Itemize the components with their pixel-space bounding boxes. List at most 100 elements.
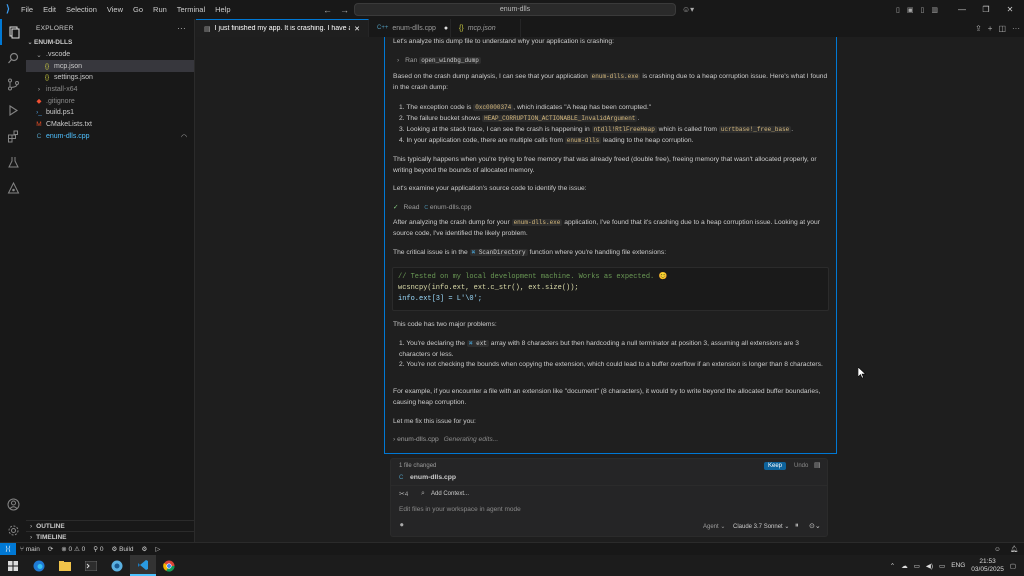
toggle-secondary-sidebar-icon[interactable]: ▯: [920, 6, 924, 14]
tab-mcp-json[interactable]: {} mcp.json: [451, 19, 521, 37]
file-explorer-icon[interactable]: [52, 555, 78, 576]
minimize-icon[interactable]: —: [950, 5, 974, 14]
windbg-extension-icon[interactable]: [0, 175, 26, 201]
tab-chat[interactable]: ▤ I just finished my app. It is crashing…: [196, 19, 369, 37]
menu-run[interactable]: Run: [148, 0, 172, 19]
run-icon[interactable]: ▷: [151, 545, 164, 553]
finding-item: 3. Looking at the stack trace, I can see…: [399, 126, 794, 133]
tree-item[interactable]: › install-x64: [26, 84, 194, 96]
menu-help[interactable]: Help: [210, 0, 235, 19]
run-debug-icon[interactable]: [0, 97, 26, 123]
tree-item[interactable]: ›_ build.ps1: [26, 107, 194, 119]
toggle-panel-icon[interactable]: ▣: [907, 6, 914, 14]
attach-icon[interactable]: ⌕: [421, 490, 425, 498]
ports-indicator[interactable]: ⚲ 0: [89, 545, 107, 553]
search-icon[interactable]: [0, 45, 26, 71]
folder-open-icon: ⌄: [36, 51, 42, 59]
send-menu-icon[interactable]: ⊙⌄: [809, 522, 821, 530]
command-center-search[interactable]: enum-dlls: [354, 3, 676, 16]
show-hidden-icons-icon[interactable]: ⌃: [890, 562, 895, 570]
menu-go[interactable]: Go: [128, 0, 148, 19]
toggle-primary-sidebar-icon[interactable]: ▯: [896, 6, 900, 14]
tree-item-label: enum-dlls.cpp: [46, 132, 90, 140]
more-actions-icon[interactable]: ···: [177, 24, 194, 33]
build-button[interactable]: ⚙ Build: [107, 545, 137, 553]
more-actions-icon[interactable]: ···: [1012, 24, 1020, 33]
account-icon[interactable]: [0, 491, 26, 517]
copilot-icon[interactable]: ☺▾: [682, 5, 694, 14]
chat-icon: ▤: [204, 25, 211, 33]
symbol-link[interactable]: ⌘ ScanDirectory: [469, 249, 528, 256]
finding-item: 1. The exception code is 0xc0000374, whi…: [399, 104, 652, 111]
branch-indicator[interactable]: ⑂ main: [16, 546, 44, 553]
add-icon[interactable]: +: [988, 24, 993, 33]
menu-terminal[interactable]: Terminal: [172, 0, 210, 19]
menu-view[interactable]: View: [102, 0, 128, 19]
chevron-right-icon: ›: [393, 436, 396, 443]
cpp-file-icon: C: [36, 132, 42, 140]
notifications-icon[interactable]: 🔔︎: [1006, 545, 1022, 553]
read-file-row[interactable]: ✓ Read C enum-dlls.cpp: [393, 203, 829, 214]
cpp-file-icon: C: [424, 205, 428, 211]
tree-item[interactable]: M CMakeLists.txt: [26, 119, 194, 131]
tree-item[interactable]: ⌄ .vscode: [26, 49, 194, 61]
tab-enum-dlls-cpp[interactable]: C++ enum-dlls.cpp ●: [369, 19, 451, 37]
chrome-icon[interactable]: [156, 555, 182, 576]
explorer-icon[interactable]: [0, 19, 26, 45]
new-chat-icon[interactable]: ⇪: [975, 24, 982, 33]
tools-icon[interactable]: ✂4: [399, 490, 408, 498]
microphone-icon[interactable]: ⏺: [400, 522, 404, 530]
volume-icon[interactable]: ◀︎): [926, 562, 933, 570]
problems-indicator[interactable]: ⊗ 0 ⚠ 0: [57, 545, 89, 553]
remote-icon[interactable]: ⟩⟨: [0, 542, 16, 556]
file-tree: ⌄ .vscode {} mcp.json {} settings.json › instal…: [26, 49, 194, 143]
menu-selection[interactable]: Selection: [61, 0, 102, 19]
close-tab-icon[interactable]: ✕: [354, 25, 360, 33]
split-editor-icon[interactable]: ◫: [998, 24, 1006, 33]
code-block: // Tested on my local development machin…: [392, 267, 829, 311]
keep-button[interactable]: Keep: [764, 462, 787, 470]
menu-file[interactable]: File: [16, 0, 38, 19]
network-icon[interactable]: ▭: [914, 562, 920, 570]
onedrive-icon[interactable]: ☁︎: [901, 562, 908, 570]
back-arrow-icon[interactable]: ←: [323, 5, 332, 15]
notification-center-icon[interactable]: ▢: [1010, 562, 1016, 570]
testing-icon[interactable]: [0, 149, 26, 175]
tree-item[interactable]: Cenum-dlls.cpp: [26, 131, 194, 143]
changed-file-name[interactable]: enum-dlls.cpp: [410, 474, 456, 481]
tool-run-row[interactable]: › Ran open_windbg_dump: [397, 56, 833, 67]
chat-input-field[interactable]: Edit files in your workspace in agent mo…: [399, 506, 819, 513]
restore-icon[interactable]: ❐: [974, 5, 998, 14]
tree-item[interactable]: {} mcp.json: [26, 60, 194, 73]
workspace-root[interactable]: ⌄ ENUM-DLLS: [26, 37, 194, 49]
battery-icon[interactable]: ▭: [939, 562, 945, 570]
vscode-taskbar-icon[interactable]: [130, 555, 156, 576]
view-changes-icon[interactable]: ▤: [814, 461, 821, 469]
extensions-icon[interactable]: [0, 123, 26, 149]
terminal-icon[interactable]: [78, 555, 104, 576]
clock[interactable]: 21:53 03/05/2025: [971, 558, 1004, 574]
settings-gear-icon[interactable]: [0, 517, 26, 543]
language-indicator[interactable]: ENG: [951, 562, 965, 569]
forward-arrow-icon[interactable]: →: [340, 5, 349, 15]
menu-edit[interactable]: Edit: [38, 0, 61, 19]
sync-icon[interactable]: ⟳: [44, 545, 57, 553]
close-window-icon[interactable]: ✕: [998, 5, 1022, 14]
example-paragraph: For example, if you encounter a file wit…: [393, 388, 821, 406]
add-context-button[interactable]: Add Context...: [431, 491, 469, 497]
customize-layout-icon[interactable]: ▥: [931, 6, 938, 14]
pause-icon[interactable]: ⏸: [795, 522, 799, 530]
source-control-icon[interactable]: [0, 71, 26, 97]
tree-item[interactable]: {} settings.json: [26, 72, 194, 84]
mode-selector[interactable]: Agent ⌄: [703, 523, 725, 530]
tree-item[interactable]: ◆ .gitignore: [26, 95, 194, 107]
edge-browser-icon[interactable]: [26, 555, 52, 576]
copilot-status-icon[interactable]: ☺: [990, 546, 1005, 553]
model-selector[interactable]: Claude 3.7 Sonnet ⌄: [733, 523, 789, 530]
undo-button[interactable]: Undo: [790, 462, 812, 470]
activity-bar: [0, 19, 26, 542]
cmake-file-icon: M: [36, 121, 42, 129]
build-settings-icon[interactable]: ⚙: [138, 545, 152, 553]
windbg-icon[interactable]: [104, 555, 130, 576]
windows-start-icon[interactable]: [0, 555, 26, 576]
